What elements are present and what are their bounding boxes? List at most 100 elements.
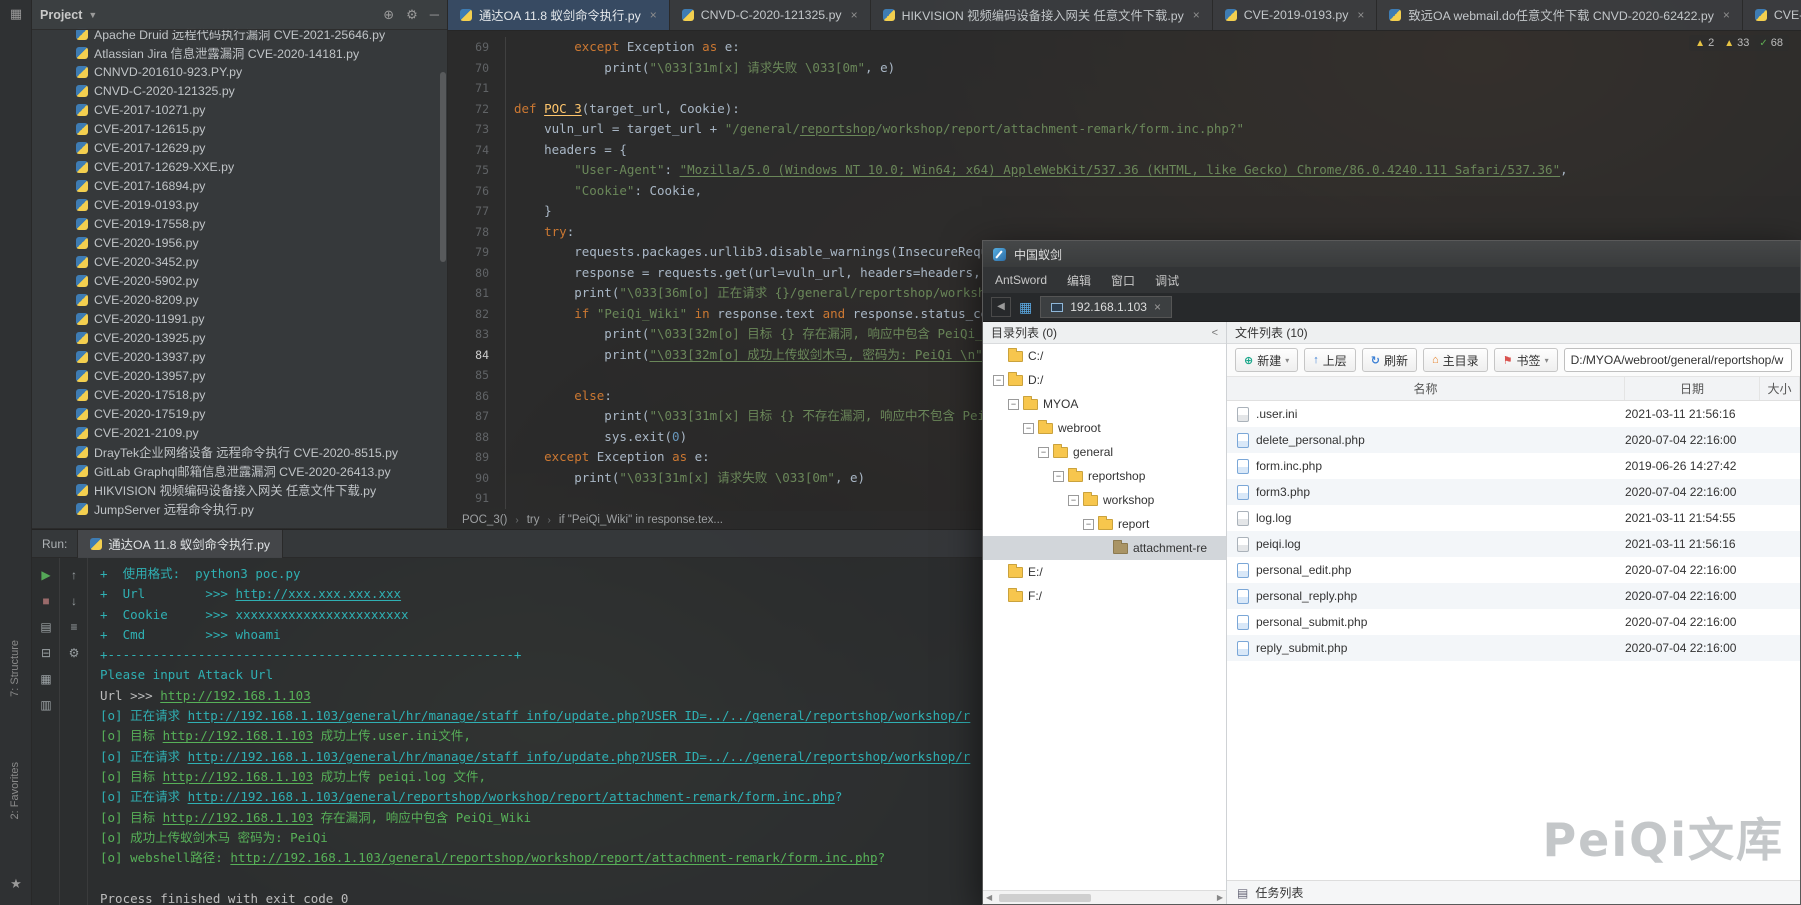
project-file-row[interactable]: CVE-2020-3452.py [32, 252, 439, 271]
tree-node[interactable]: −workshop [983, 488, 1226, 512]
editor-tab[interactable]: 致远OA webmail.do任意文件下载 CNVD-2020-62422.py… [1377, 0, 1743, 30]
collapse-icon[interactable]: − [1008, 399, 1019, 410]
console-link[interactable]: http://xxx.xxx.xxx.xxx [235, 586, 401, 601]
scrollbar-thumb[interactable] [999, 894, 1091, 902]
hide-icon[interactable]: ─ [430, 7, 439, 23]
tasks-bar[interactable]: ▤ 任务列表 [1227, 880, 1800, 904]
column-size[interactable]: 大小 [1760, 377, 1800, 400]
tree-node[interactable]: −reportshop [983, 464, 1226, 488]
project-file-row[interactable]: CVE-2020-1956.py [32, 233, 439, 252]
menu-item[interactable]: 调试 [1155, 272, 1179, 289]
breadcrumb-item[interactable]: if "PeiQi_Wiki" in response.tex... [559, 514, 723, 526]
project-file-row[interactable]: CVE-2017-12629-XXE.py [32, 157, 439, 176]
file-row[interactable]: personal_reply.php2020-07-04 22:16:00 [1227, 583, 1800, 609]
project-file-row[interactable]: CVE-2020-17518.py [32, 385, 439, 404]
file-row[interactable]: form.inc.php2019-06-26 14:27:42 [1227, 453, 1800, 479]
run-tab[interactable]: 通达OA 11.8 蚁剑命令执行.py [77, 530, 283, 558]
project-file-row[interactable]: CNNVD-201610-923.PY.py [32, 62, 439, 81]
tree-node[interactable]: −general [983, 440, 1226, 464]
console-link[interactable]: http://192.168.1.103 [163, 728, 314, 743]
rerun-icon[interactable]: ▶ [32, 562, 60, 588]
file-row[interactable]: personal_submit.php2020-07-04 22:16:00 [1227, 609, 1800, 635]
breadcrumb-item[interactable]: POC_3() [462, 514, 507, 526]
file-row[interactable]: peiqi.log2021-03-11 21:56:16 [1227, 531, 1800, 557]
down-icon[interactable]: ↓ [60, 588, 88, 614]
column-date[interactable]: 日期 [1625, 377, 1760, 400]
scroll-left-icon[interactable]: ◀ [986, 893, 992, 902]
tab-scroll-left-icon[interactable]: ◀ [991, 297, 1011, 317]
tree-node[interactable]: −D:/ [983, 368, 1226, 392]
collapse-icon[interactable]: − [1053, 471, 1064, 482]
stop-icon[interactable]: ■ [32, 588, 60, 614]
editor-tab[interactable]: HIKVISION 视频编码设备接入网关 任意文件下载.py× [871, 0, 1213, 30]
breadcrumb-item[interactable]: try [527, 514, 540, 526]
project-panel-title[interactable]: Project [40, 8, 82, 22]
project-file-row[interactable]: CVE-2020-5902.py [32, 271, 439, 290]
project-file-row[interactable]: GitLab Graphql邮箱信息泄露漏洞 CVE-2020-26413.py [32, 461, 439, 480]
editor-tab[interactable]: 通达OA 11.8 蚁剑命令执行.py× [448, 0, 670, 30]
console-link[interactable]: http://192.168.1.103/general/hr/manage/s… [188, 749, 971, 764]
locate-icon[interactable]: ⊕ [383, 7, 394, 23]
up-icon[interactable]: ↑ [60, 562, 88, 588]
collapse-icon[interactable]: − [993, 375, 1004, 386]
project-file-row[interactable]: CVE-2019-0193.py [32, 195, 439, 214]
tree-node[interactable]: −webroot [983, 416, 1226, 440]
stripe-tab-structure[interactable]: 7: Structure [9, 640, 21, 697]
file-row[interactable]: form3.php2020-07-04 22:16:00 [1227, 479, 1800, 505]
restore-layout-icon[interactable]: ▤ [32, 614, 60, 640]
console-link[interactable]: http://192.168.1.103 [160, 688, 311, 703]
file-row[interactable]: log.log2021-03-11 21:54:55 [1227, 505, 1800, 531]
home-button[interactable]: ⌂主目录 [1423, 348, 1488, 372]
project-file-row[interactable]: CVE-2020-13937.py [32, 347, 439, 366]
favorites-star-icon[interactable]: ★ [8, 876, 24, 892]
close-icon[interactable]: × [1357, 8, 1364, 22]
project-file-row[interactable]: Atlassian Jira 信息泄露漏洞 CVE-2020-14181.py [32, 43, 439, 62]
settings-icon[interactable]: ⚙ [60, 640, 88, 666]
close-icon[interactable]: × [650, 8, 657, 22]
console-link[interactable]: http://192.168.1.103 [163, 769, 314, 784]
bookmark-button[interactable]: ⚑书签▾ [1494, 348, 1558, 372]
project-file-row[interactable]: CVE-2017-12615.py [32, 119, 439, 138]
tree-node[interactable]: −MYOA [983, 392, 1226, 416]
project-file-row[interactable]: CVE-2020-8209.py [32, 290, 439, 309]
project-file-row[interactable]: DrayTek企业网络设备 远程命令执行 CVE-2020-8515.py [32, 442, 439, 461]
console-link[interactable]: http://192.168.1.103/general/hr/manage/s… [188, 708, 971, 723]
tree-node[interactable]: F:/ [983, 584, 1226, 608]
tree-node[interactable]: −report [983, 512, 1226, 536]
console-link[interactable]: http://192.168.1.103/general/reportshop/… [230, 850, 877, 865]
project-scrollbar[interactable] [440, 72, 446, 262]
inspections-widget[interactable]: ▲2▲33✓68 [1689, 35, 1789, 51]
file-row[interactable]: personal_edit.php2020-07-04 22:16:00 [1227, 557, 1800, 583]
file-row[interactable]: reply_submit.php2020-07-04 22:16:00 [1227, 635, 1800, 661]
shell-session-tab[interactable]: 192.168.1.103 × [1040, 296, 1172, 318]
address-input[interactable] [1564, 348, 1792, 372]
collapse-icon[interactable]: − [1083, 519, 1094, 530]
collapse-icon[interactable]: − [1068, 495, 1079, 506]
project-file-row[interactable]: CNVD-C-2020-121325.py [32, 81, 439, 100]
scroll-right-icon[interactable]: ▶ [1217, 893, 1223, 902]
project-file-row[interactable]: CVE-2019-17558.py [32, 214, 439, 233]
console-link[interactable]: http://192.168.1.103 [163, 810, 314, 825]
close-icon[interactable]: × [1193, 8, 1200, 22]
close-icon[interactable]: × [1154, 300, 1161, 314]
tree-node[interactable]: C:/ [983, 344, 1226, 368]
project-file-row[interactable]: CVE-2017-12629.py [32, 138, 439, 157]
menu-item[interactable]: 编辑 [1067, 272, 1091, 289]
collapse-panel-icon[interactable]: < [1212, 327, 1218, 339]
tree-node[interactable]: E:/ [983, 560, 1226, 584]
project-file-row[interactable]: CVE-2020-13925.py [32, 328, 439, 347]
editor-tab[interactable]: CNVD-C-2020-121325.py× [670, 0, 871, 30]
close-icon[interactable]: × [851, 8, 858, 22]
settings-icon[interactable]: ⚙ [406, 7, 418, 23]
tool-window-grid-icon[interactable]: ▦ [8, 6, 24, 22]
clear-icon[interactable]: ▥ [32, 692, 60, 718]
project-file-row[interactable]: JumpServer 远程命令执行.py [32, 499, 439, 518]
chevron-down-icon[interactable]: ▼ [88, 10, 97, 20]
editor-tab[interactable]: CVE-2019-17558.py [1743, 0, 1801, 30]
file-row[interactable]: delete_personal.php2020-07-04 22:16:00 [1227, 427, 1800, 453]
project-file-row[interactable]: CVE-2020-17519.py [32, 404, 439, 423]
collapse-icon[interactable]: − [1023, 423, 1034, 434]
column-name[interactable]: 名称 [1227, 377, 1625, 400]
editor-tab[interactable]: CVE-2019-0193.py× [1213, 0, 1378, 30]
console-link[interactable]: http://192.168.1.103/general/reportshop/… [188, 789, 835, 804]
